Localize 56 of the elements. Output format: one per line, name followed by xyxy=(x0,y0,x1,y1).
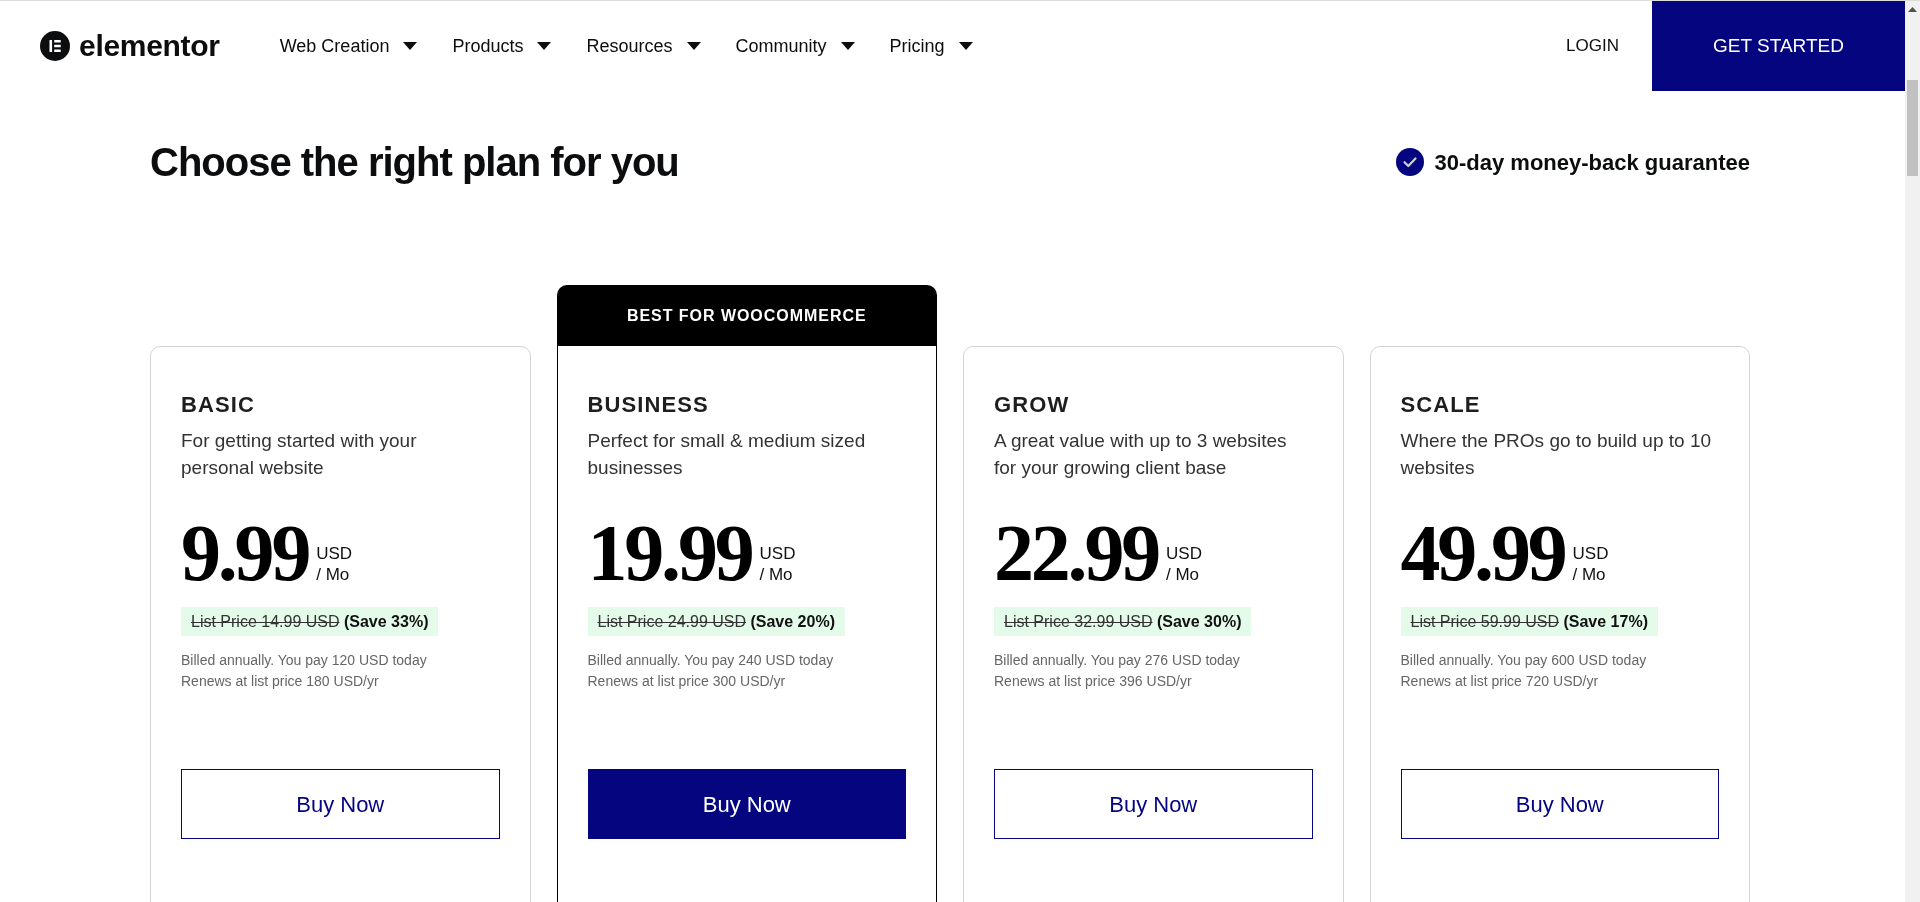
scrollbar-thumb[interactable] xyxy=(1907,80,1918,176)
billing-note: Billed annually. You pay 120 USD today xyxy=(181,651,427,670)
plan-badge: BEST FOR WOOCOMMERCE xyxy=(556,285,937,346)
currency-label: USD xyxy=(759,543,796,564)
list-price-tag: List Price 32.99 USD (Save 30%) xyxy=(994,607,1252,636)
period-label: / Mo xyxy=(1166,564,1201,585)
period-label: / Mo xyxy=(1572,564,1607,585)
renewal-note: Renews at list price 396 USD/yr xyxy=(994,672,1192,691)
price-amount: 19.99 xyxy=(587,513,752,593)
plan-description: Where the PROs go to build up to 10 websites xyxy=(1400,429,1712,480)
plan-name: SCALE xyxy=(1400,391,1481,419)
login-link[interactable]: LOGIN xyxy=(1566,33,1619,59)
guarantee-text: 30-day money-back guarantee xyxy=(1434,148,1750,177)
renewal-note: Renews at list price 180 USD/yr xyxy=(181,672,379,691)
billing-note: Billed annually. You pay 240 USD today xyxy=(587,651,834,670)
currency-label: USD xyxy=(1166,543,1202,564)
buy-now-button[interactable]: Buy Now xyxy=(1400,769,1719,839)
caret-icon xyxy=(840,42,855,50)
nav-menu-item[interactable]: Community xyxy=(735,32,855,60)
plan-name: BASIC xyxy=(181,391,255,419)
scroll-up-icon[interactable] xyxy=(1908,7,1917,12)
period-label: / Mo xyxy=(316,564,351,585)
nav-menu-item[interactable]: Pricing xyxy=(889,32,973,60)
plan-description: A great value with up to 3 websites for your growing client base xyxy=(994,429,1288,480)
caret-icon xyxy=(403,42,418,50)
currency-label: USD xyxy=(1572,543,1609,564)
caret-icon xyxy=(537,42,552,50)
buy-now-button[interactable]: Buy Now xyxy=(994,769,1313,839)
plan-description: For getting started with your personal website xyxy=(181,429,418,480)
nav-menu-item[interactable]: Resources xyxy=(586,32,701,60)
list-price-tag: List Price 59.99 USD (Save 17%) xyxy=(1400,607,1658,636)
nav-menu-item[interactable]: Web Creation xyxy=(279,32,418,60)
caret-icon xyxy=(958,42,973,50)
get-started-button[interactable]: GET STARTED xyxy=(1652,1,1905,91)
logo-mark-icon xyxy=(40,31,70,61)
check-circle-icon xyxy=(1395,148,1424,176)
plan-name: BUSINESS xyxy=(587,391,709,419)
price-amount: 22.99 xyxy=(994,513,1158,593)
buy-now-button[interactable]: Buy Now xyxy=(181,769,500,839)
period-label: / Mo xyxy=(759,564,794,585)
billing-note: Billed annually. You pay 276 USD today xyxy=(994,651,1240,670)
price-amount: 49.99 xyxy=(1400,513,1565,593)
currency-label: USD xyxy=(316,543,353,564)
renewal-note: Renews at list price 300 USD/yr xyxy=(587,672,786,691)
billing-note: Billed annually. You pay 600 USD today xyxy=(1400,651,1647,670)
buy-now-button[interactable]: Buy Now xyxy=(587,769,906,839)
list-price-tag: List Price 14.99 USD (Save 33%) xyxy=(181,607,439,636)
nav-menu-item[interactable]: Products xyxy=(452,32,552,60)
plan-description: Perfect for small & medium sized businesses xyxy=(587,429,867,480)
list-price-tag: List Price 24.99 USD (Save 20%) xyxy=(587,607,845,636)
caret-icon xyxy=(686,42,701,50)
logo-link[interactable]: elementor xyxy=(40,31,220,61)
price-amount: 9.99 xyxy=(181,513,309,593)
page-title: Choose the right plan for you xyxy=(150,139,679,186)
renewal-note: Renews at list price 720 USD/yr xyxy=(1400,672,1599,691)
plan-name: GROW xyxy=(994,391,1070,419)
